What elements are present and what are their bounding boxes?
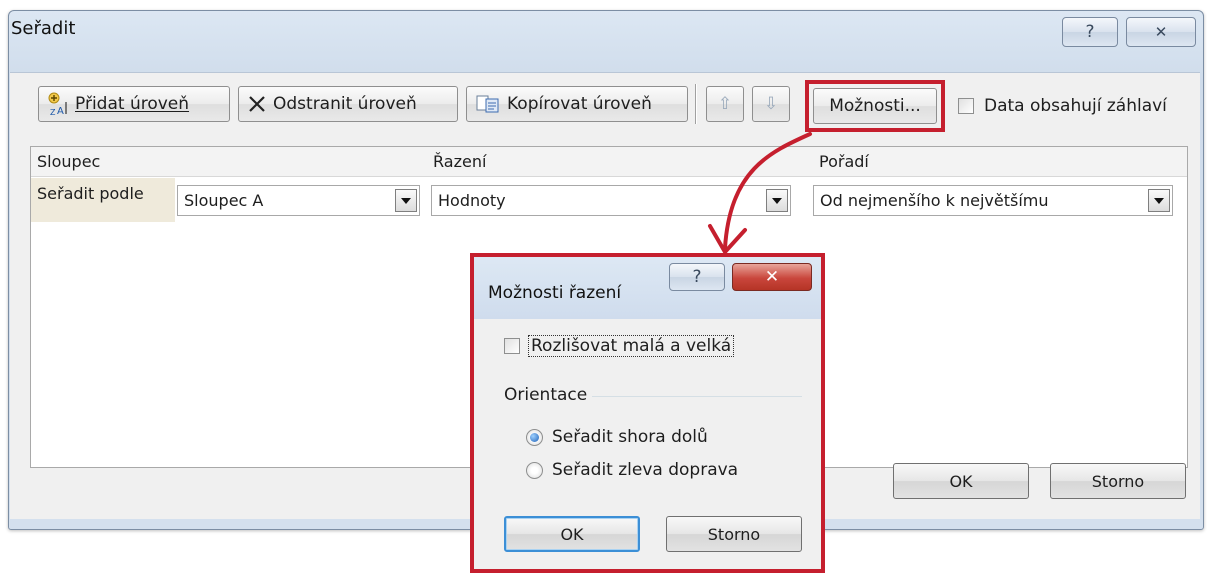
orientation-divider [592, 396, 802, 397]
add-level-label: Přidat úroveň [75, 94, 190, 114]
sort-by-row-label: Seřadit podle [31, 178, 175, 222]
header-column-label: Sloupec [37, 152, 101, 171]
copy-icon [476, 95, 499, 113]
header-order: Pořadí [813, 147, 1187, 177]
radio-selected[interactable] [526, 428, 543, 446]
sort-options-dialog: Možnosti řazení ? ✕ Rozlišovat malá a ve… [470, 253, 825, 573]
header-column: Sloupec [31, 147, 427, 177]
sort-options-cancel-label: Storno [707, 524, 761, 544]
header-sort-on-label: Řazení [433, 152, 487, 171]
move-up-button[interactable]: ⇧ [706, 86, 744, 122]
delete-x-icon [249, 96, 265, 112]
radio-unselected[interactable] [526, 461, 543, 479]
delete-level-button[interactable]: Odstranit úroveň [238, 86, 458, 122]
has-headers-checkbox[interactable]: Data obsahují záhlaví [958, 96, 1167, 116]
svg-text:A: A [57, 106, 64, 116]
sort-on-select-value: Hodnoty [438, 191, 506, 210]
case-sensitive-label: Rozlišovat malá a velká [528, 335, 735, 357]
copy-level-label: Kopírovat úroveň [507, 94, 652, 114]
order-select[interactable]: Od nejmenšího k největšímu [813, 185, 1173, 216]
arrow-down-icon: ⇩ [763, 94, 779, 114]
orientation-group-label: Orientace [504, 385, 588, 405]
orientation-left-to-right-radio[interactable]: Seřadit zleva doprava [526, 460, 738, 480]
orientation-left-to-right-label: Seřadit zleva doprava [552, 460, 739, 480]
close-icon: ✕ [764, 267, 780, 287]
delete-level-label: Odstranit úroveň [273, 94, 417, 114]
pointer-arrow-icon [708, 132, 812, 254]
help-icon: ? [1085, 22, 1095, 42]
chevron-down-icon[interactable] [1148, 189, 1170, 212]
sort-by-label: Seřadit podle [37, 184, 144, 203]
cancel-label: Storno [1091, 471, 1145, 491]
sort-options-help-button[interactable]: ? [669, 263, 725, 291]
case-sensitive-check[interactable] [504, 338, 520, 354]
has-headers-label: Data obsahují záhlaví [984, 96, 1167, 116]
sort-options-cancel-button[interactable]: Storno [666, 516, 802, 552]
add-level-button[interactable]: A Z Přidat úroveň [38, 86, 230, 122]
toolbar-separator [695, 84, 697, 124]
sort-options-ok-button[interactable]: OK [504, 516, 640, 552]
sort-options-ok-label: OK [560, 524, 584, 544]
column-select[interactable]: Sloupec A [177, 185, 420, 216]
order-select-value: Od nejmenšího k největšímu [820, 191, 1049, 210]
svg-text:Z: Z [50, 108, 56, 116]
sort-dialog-title: Seřadit [11, 18, 76, 39]
copy-level-button[interactable]: Kopírovat úroveň [466, 86, 688, 122]
has-headers-check[interactable] [958, 98, 974, 114]
options-label: Možnosti... [829, 96, 921, 116]
sort-options-close-button[interactable]: ✕ [732, 263, 812, 291]
help-icon: ? [692, 267, 702, 287]
orientation-top-to-bottom-radio[interactable]: Seřadit shora dolů [526, 427, 708, 447]
close-button[interactable]: ✕ [1126, 17, 1196, 47]
sort-options-title: Možnosti řazení [488, 283, 622, 303]
arrow-up-icon: ⇧ [717, 94, 733, 114]
ok-label: OK [949, 471, 973, 491]
help-button[interactable]: ? [1062, 17, 1118, 47]
close-icon: ✕ [1154, 23, 1168, 41]
options-button[interactable]: Možnosti... [813, 88, 937, 124]
chevron-down-icon[interactable] [395, 189, 417, 212]
move-down-button[interactable]: ⇩ [752, 86, 790, 122]
column-select-value: Sloupec A [184, 191, 264, 210]
orientation-top-to-bottom-label: Seřadit shora dolů [552, 427, 708, 447]
add-sort-level-icon: A Z [48, 92, 67, 116]
cancel-button[interactable]: Storno [1050, 463, 1186, 499]
ok-button[interactable]: OK [893, 463, 1029, 499]
case-sensitive-checkbox[interactable]: Rozlišovat malá a velká [504, 335, 735, 357]
